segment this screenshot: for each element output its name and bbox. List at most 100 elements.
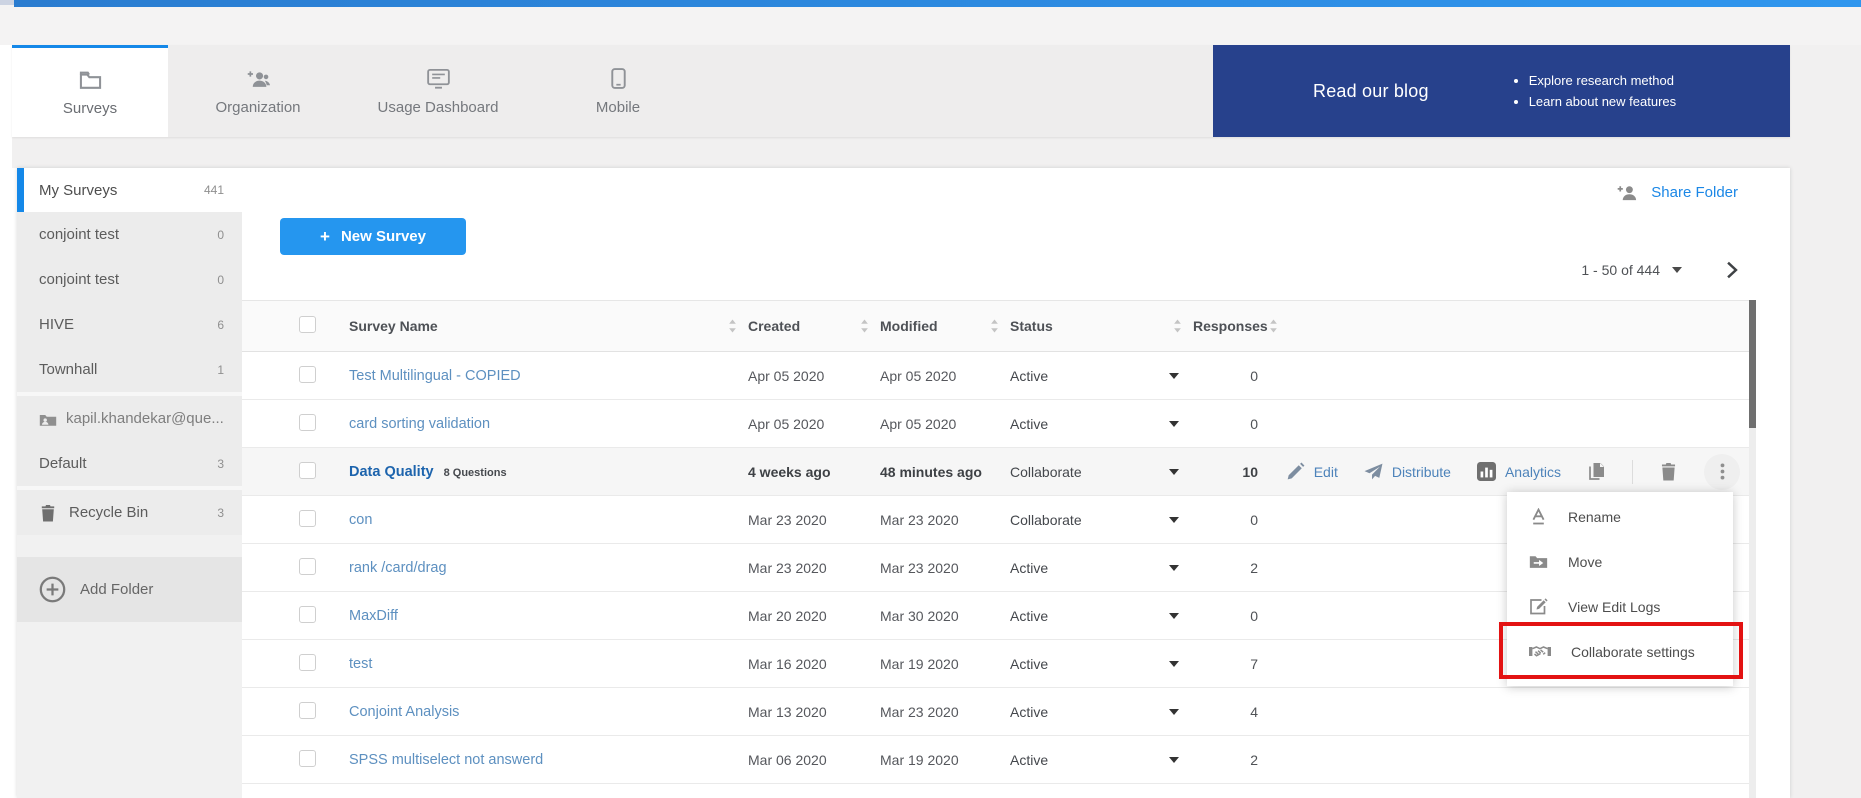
survey-name-link[interactable]: Test Multilingual - COPIED	[349, 368, 521, 384]
blog-banner[interactable]: Read our blog Explore research method Le…	[1213, 45, 1790, 137]
sort-icon[interactable]	[859, 319, 870, 333]
select-all-checkbox[interactable]	[299, 316, 316, 333]
tab-organization[interactable]: Organization	[168, 45, 348, 137]
status-dropdown-caret[interactable]	[1169, 757, 1179, 763]
survey-name-link[interactable]: test	[349, 656, 372, 672]
shared-folder-icon	[39, 410, 57, 428]
sidebar-item-default[interactable]: Default 3	[17, 441, 242, 486]
survey-name-link[interactable]: Conjoint Analysis	[349, 704, 459, 720]
menu-item-collaborate-settings[interactable]: Collaborate settings	[1507, 629, 1733, 674]
table-row[interactable]: Data Quality8 Questions4 weeks ago48 min…	[242, 448, 1756, 496]
row-checkbox[interactable]	[299, 366, 316, 383]
scrollbar-thumb[interactable]	[1749, 300, 1756, 428]
row-checkbox[interactable]	[299, 702, 316, 719]
survey-name-link[interactable]: card sorting validation	[349, 416, 490, 432]
survey-name-link[interactable]: MaxDiff	[349, 608, 398, 624]
status-cell: Collaborate	[1010, 464, 1193, 480]
sidebar-item-conjoint-test-1[interactable]: conjoint test 0	[17, 212, 242, 257]
share-folder-label: Share Folder	[1651, 184, 1738, 201]
sidebar-item-townhall[interactable]: Townhall 1	[17, 347, 242, 392]
page-background-right	[1790, 45, 1861, 798]
banner-title[interactable]: Read our blog	[1313, 81, 1429, 102]
folder-label: Recycle Bin	[69, 504, 148, 521]
edit-action[interactable]: Edit	[1286, 462, 1338, 481]
status-dropdown-caret[interactable]	[1169, 565, 1179, 571]
status-cell: Collaborate	[1010, 512, 1193, 528]
menu-item-view-edit-logs[interactable]: View Edit Logs	[1507, 584, 1733, 629]
sidebar-item-my-surveys[interactable]: My Surveys 441	[17, 168, 242, 212]
row-checkbox[interactable]	[299, 558, 316, 575]
survey-name-link[interactable]: Data Quality	[349, 464, 434, 480]
table-header: Survey Name Created Modified Status	[242, 300, 1756, 352]
status-label: Active	[1010, 752, 1048, 768]
survey-name-cell: MaxDiff	[349, 607, 748, 624]
copy-survey-button[interactable]	[1587, 462, 1606, 481]
pagination-range[interactable]: 1 - 50 of 444	[1581, 262, 1660, 278]
survey-name-link[interactable]: SPSS multiselect not answerd	[349, 752, 543, 768]
action-label: Analytics	[1505, 464, 1561, 480]
header-survey-name[interactable]: Survey Name	[349, 318, 748, 334]
table-row[interactable]: Conjoint AnalysisMar 13 2020Mar 23 2020A…	[242, 688, 1756, 736]
sort-icon[interactable]	[1268, 319, 1279, 333]
trash-icon	[1659, 462, 1678, 481]
pagination-caret-icon[interactable]	[1672, 267, 1682, 273]
header-responses[interactable]: Responses	[1193, 318, 1272, 334]
row-checkbox[interactable]	[299, 414, 316, 431]
add-folder-button[interactable]: Add Folder	[17, 557, 242, 622]
header-modified[interactable]: Modified	[880, 318, 1010, 334]
column-label: Survey Name	[349, 318, 438, 334]
sort-icon[interactable]	[989, 319, 1000, 333]
status-label: Active	[1010, 704, 1048, 720]
header-checkbox-cell	[242, 316, 349, 336]
survey-name-cell: rank /card/drag	[349, 559, 748, 576]
header-created[interactable]: Created	[748, 318, 880, 334]
delete-survey-button[interactable]	[1659, 462, 1678, 481]
row-checkbox-cell	[242, 654, 349, 674]
sort-icon[interactable]	[727, 319, 738, 333]
sort-icon[interactable]	[1172, 319, 1183, 333]
table-row[interactable]: Test Multilingual - COPIEDApr 05 2020Apr…	[242, 352, 1756, 400]
row-checkbox[interactable]	[299, 510, 316, 527]
more-actions-button[interactable]	[1704, 454, 1740, 490]
table-row[interactable]: card sorting validationApr 05 2020Apr 05…	[242, 400, 1756, 448]
tab-usage-dashboard[interactable]: Usage Dashboard	[348, 45, 528, 137]
status-dropdown-caret[interactable]	[1169, 469, 1179, 475]
status-dropdown-caret[interactable]	[1169, 517, 1179, 523]
status-label: Collaborate	[1010, 464, 1082, 480]
new-survey-button[interactable]: + New Survey	[280, 218, 466, 255]
folder-count: 1	[217, 363, 224, 377]
trash-icon	[39, 504, 57, 522]
status-dropdown-caret[interactable]	[1169, 613, 1179, 619]
row-checkbox[interactable]	[299, 654, 316, 671]
row-checkbox[interactable]	[299, 462, 316, 479]
row-checkbox[interactable]	[299, 750, 316, 767]
menu-item-move[interactable]: Move	[1507, 539, 1733, 584]
plus-circle-icon	[39, 576, 66, 603]
action-label: Distribute	[1392, 464, 1451, 480]
tab-label: Organization	[215, 99, 300, 116]
distribute-action[interactable]: Distribute	[1364, 462, 1451, 481]
table-row[interactable]: SPSS multiselect not answerdMar 06 2020M…	[242, 736, 1756, 784]
status-dropdown-caret[interactable]	[1169, 661, 1179, 667]
status-dropdown-caret[interactable]	[1169, 421, 1179, 427]
tab-mobile[interactable]: Mobile	[528, 45, 708, 137]
status-dropdown-caret[interactable]	[1169, 373, 1179, 379]
mobile-icon	[611, 67, 626, 90]
status-dropdown-caret[interactable]	[1169, 709, 1179, 715]
analytics-action[interactable]: Analytics	[1477, 462, 1561, 481]
question-count-badge: 8 Questions	[444, 467, 507, 479]
sidebar-item-conjoint-test-2[interactable]: conjoint test 0	[17, 257, 242, 302]
table-scrollbar[interactable]	[1749, 300, 1756, 798]
sidebar-item-recycle-bin[interactable]: Recycle Bin 3	[17, 490, 242, 535]
share-folder-button[interactable]: Share Folder	[1617, 182, 1738, 203]
header-status[interactable]: Status	[1010, 318, 1193, 334]
row-checkbox[interactable]	[299, 606, 316, 623]
survey-name-link[interactable]: con	[349, 512, 372, 528]
modified-cell: Apr 05 2020	[880, 416, 1010, 432]
sidebar-item-shared-account[interactable]: kapil.khandekar@que...	[17, 396, 242, 441]
next-page-chevron-icon[interactable]	[1726, 261, 1738, 279]
sidebar-item-hive[interactable]: HIVE 6	[17, 302, 242, 347]
survey-name-link[interactable]: rank /card/drag	[349, 560, 447, 576]
menu-item-rename[interactable]: Rename	[1507, 494, 1733, 539]
tab-surveys[interactable]: Surveys	[12, 45, 168, 137]
